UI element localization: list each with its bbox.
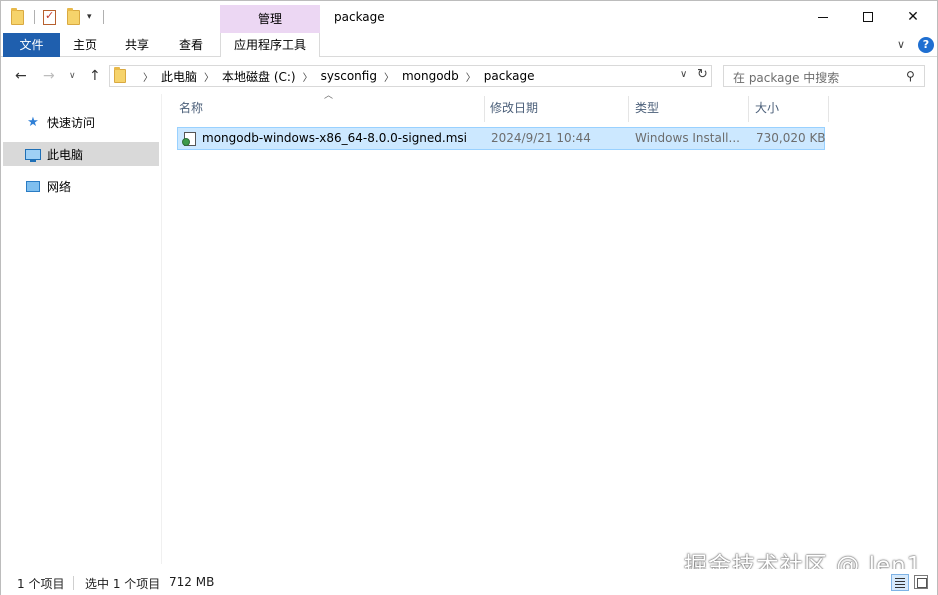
quick-access-separator [103,10,104,24]
column-header-date[interactable]: 修改日期 [490,94,538,122]
breadcrumb-item[interactable]: mongodb [402,69,459,83]
tab-file[interactable]: 文件 [3,33,60,57]
breadcrumb-item[interactable]: sysconfig [321,69,377,83]
status-selected: 选中 1 个项目 [85,577,161,591]
status-selected-size: 712 MB [169,575,215,589]
file-row[interactable]: mongodb-windows-x86_64-8.0.0-signed.msi … [177,127,826,150]
title-bar: ▾ 管理 package ✕ [1,1,937,33]
window-title: package [334,10,385,24]
breadcrumb-item[interactable]: package [484,69,535,83]
address-bar[interactable]: 〉 此电脑 〉 本地磁盘 (C:) 〉 sysconfig 〉 mongodb … [109,65,712,87]
maximize-button[interactable] [846,5,890,29]
status-separator [73,576,74,590]
file-type: Windows Install... [635,131,740,145]
folder-icon [114,67,126,83]
forward-arrow-icon[interactable]: → [43,68,55,84]
quick-access-separator [34,10,35,24]
breadcrumb-chevron-icon[interactable]: 〉 [303,69,313,84]
customize-quick-access-icon[interactable]: ▾ [87,8,92,26]
column-header-size[interactable]: 大小 [755,94,779,122]
breadcrumb-chevron-icon[interactable]: 〉 [143,69,153,84]
back-arrow-icon[interactable]: ← [15,68,27,84]
tab-application-tools[interactable]: 应用程序工具 [220,33,320,57]
large-icons-view-icon[interactable] [914,575,928,589]
breadcrumb-item[interactable]: 本地磁盘 (C:) [222,68,296,85]
new-folder-icon[interactable] [67,7,80,26]
nav-item-quick-access[interactable]: ★ 快速访问 [3,110,159,134]
navigation-pane: ★ 快速访问 此电脑 网络 [1,94,161,564]
computer-icon [25,148,41,162]
folder-icon [11,7,24,26]
minimize-icon [818,16,828,18]
context-tab-group-manage: 管理 [220,5,320,33]
nav-item-label: 网络 [47,179,72,194]
explorer-window: ▾ 管理 package ✕ 文件 主页 共享 查看 应用程序工具 ∨ ? ← … [0,0,938,595]
recent-locations-chevron-icon[interactable]: ∨ [69,71,76,81]
nav-item-this-pc[interactable]: 此电脑 [3,142,159,166]
breadcrumb-item[interactable]: 此电脑 [161,68,197,85]
close-icon: ✕ [907,9,919,25]
column-header-type[interactable]: 类型 [635,94,659,122]
pane-splitter[interactable] [161,94,162,564]
tab-home[interactable]: 主页 [63,33,107,57]
minimize-button[interactable] [801,5,845,29]
up-arrow-icon[interactable]: ↑ [89,68,101,84]
navigation-bar: ← → ∨ ↑ 〉 此电脑 〉 本地磁盘 (C:) 〉 sysconfig 〉 … [1,58,937,94]
file-name: mongodb-windows-x86_64-8.0.0-signed.msi [202,131,468,145]
column-divider[interactable] [484,96,485,122]
column-divider[interactable] [628,96,629,122]
breadcrumb-chevron-icon[interactable]: 〉 [204,69,214,84]
search-input[interactable]: 在 package 中搜索 ⚲ [723,65,925,87]
search-icon[interactable]: ⚲ [906,69,915,83]
column-divider[interactable] [828,96,829,122]
tab-share[interactable]: 共享 [115,33,159,57]
status-item-count: 1 个项目 [17,577,65,591]
nav-item-label: 快速访问 [47,115,96,130]
star-icon: ★ [27,114,39,130]
search-placeholder: 在 package 中搜索 [733,71,840,85]
ribbon-tabs: 文件 主页 共享 查看 应用程序工具 ∨ ? [1,33,937,57]
sort-ascending-icon: ︿ [324,91,334,101]
msi-installer-icon [182,130,198,147]
help-icon[interactable]: ? [918,37,934,53]
breadcrumb: 〉 此电脑 〉 本地磁盘 (C:) 〉 sysconfig 〉 mongodb … [136,66,534,86]
properties-icon[interactable] [43,8,56,26]
maximize-icon [863,12,873,22]
column-divider[interactable] [748,96,749,122]
file-size: 730,020 KB [756,131,826,145]
nav-item-label: 此电脑 [47,147,84,162]
network-icon [25,180,41,192]
breadcrumb-chevron-icon[interactable]: 〉 [384,69,394,84]
file-date: 2024/9/21 10:44 [491,131,591,145]
expand-ribbon-chevron-icon[interactable]: ∨ [897,38,905,51]
details-view-icon[interactable] [891,574,909,591]
status-bar: 1 个项目 选中 1 个项目 712 MB [1,569,937,595]
column-header-name[interactable]: 名称 [179,94,203,122]
breadcrumb-chevron-icon[interactable]: 〉 [466,69,476,84]
refresh-icon[interactable]: ↻ [697,67,708,82]
nav-item-network[interactable]: 网络 [3,174,159,198]
tab-view[interactable]: 查看 [169,33,213,57]
address-history-chevron-icon[interactable]: ∨ [680,69,687,80]
close-button[interactable]: ✕ [891,5,935,29]
